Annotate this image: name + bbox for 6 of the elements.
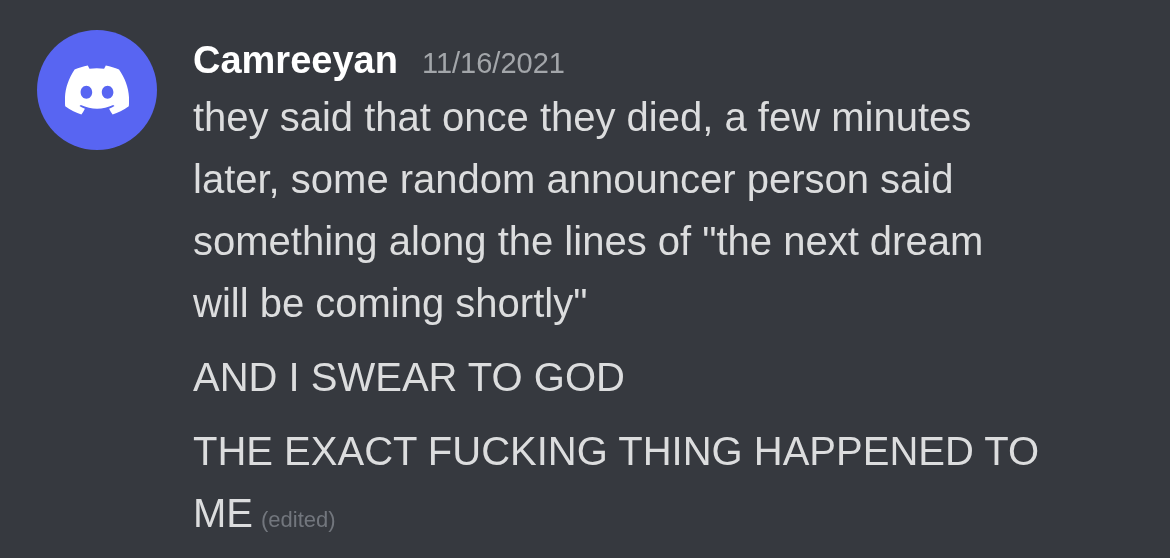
timestamp: 11/16/2021 xyxy=(421,46,565,81)
username[interactable]: Camreeyan xyxy=(193,36,398,84)
message-text: they said that once they died, a few minutes later, some random announcer person said something along the lines of "the next dream will be coming shortly" xyxy=(193,93,985,327)
message-text: THE EXACT FUCKING THING HAPPENED TO ME (edited) xyxy=(193,427,1041,537)
game-controller-face-icon xyxy=(65,65,129,115)
message-text: AND I SWEAR TO GOD xyxy=(193,353,626,401)
